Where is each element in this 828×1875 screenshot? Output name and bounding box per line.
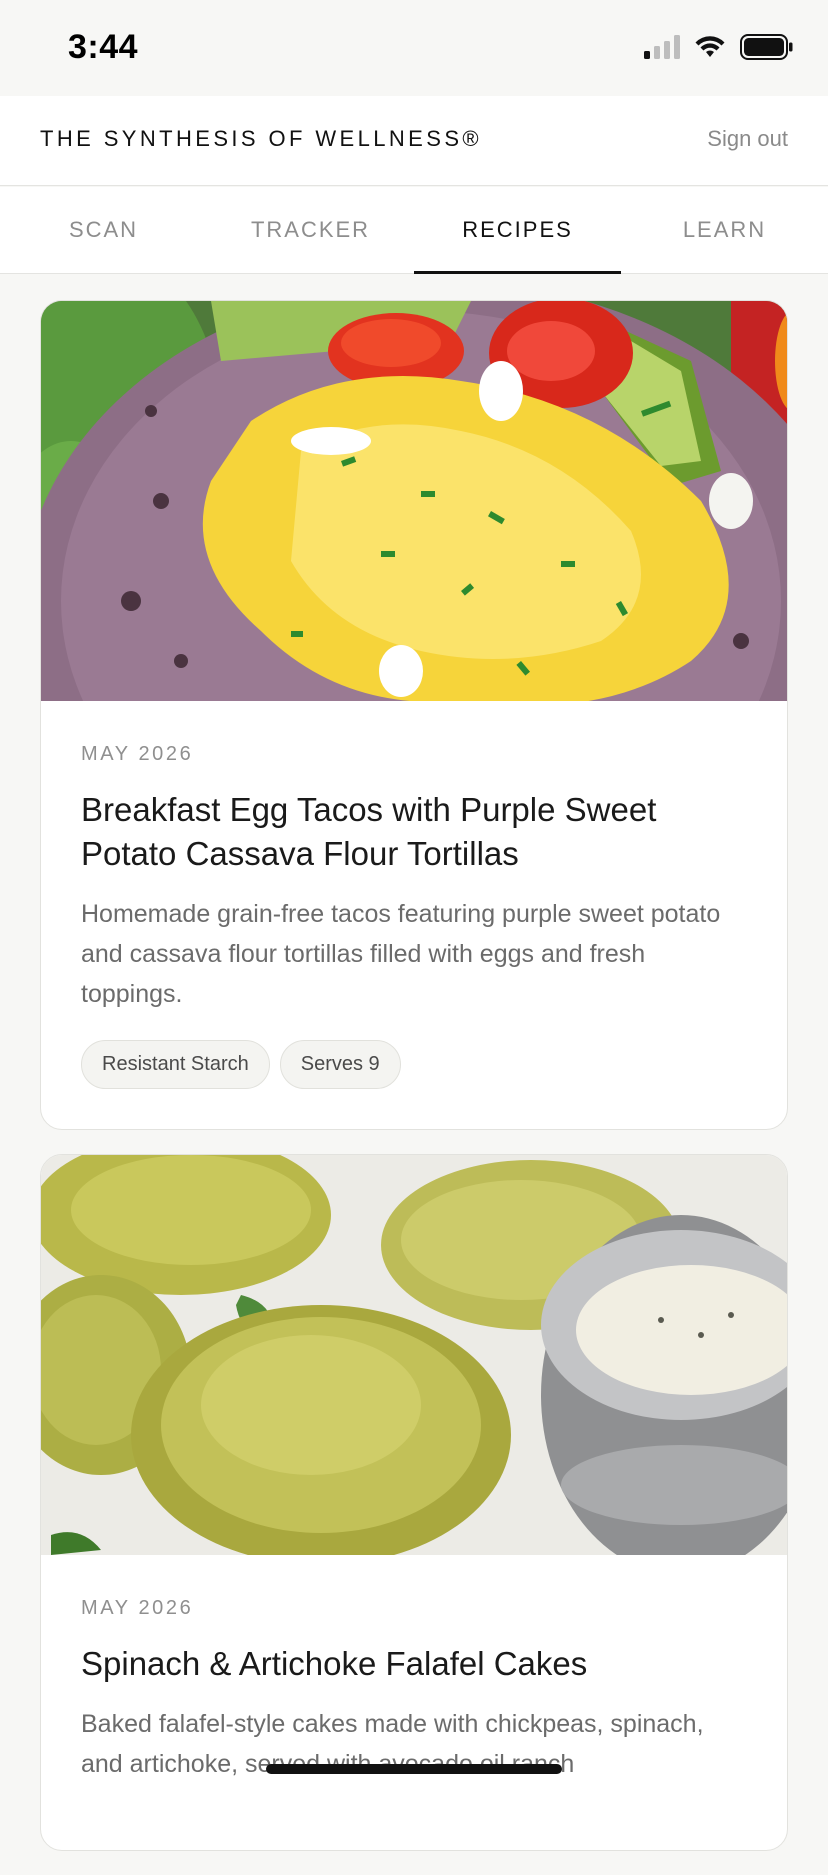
recipe-card[interactable]: MAY 2026 Breakfast Egg Tacos with Purple…	[40, 300, 788, 1130]
tab-learn[interactable]: LEARN	[621, 187, 828, 273]
wifi-icon	[694, 35, 726, 64]
recipe-card-body: MAY 2026 Breakfast Egg Tacos with Purple…	[41, 701, 787, 1129]
tab-bar: SCAN TRACKER RECIPES LEARN	[0, 187, 828, 274]
recipe-description: Homemade grain-free tacos featuring purp…	[81, 900, 721, 1008]
recipe-date: MAY 2026	[81, 1597, 194, 1619]
tag-servings: Serves 9	[279, 1040, 401, 1089]
brand-title: THE SYNTHESIS OF WELLNESS®	[40, 126, 483, 151]
egg-tacos-photo	[41, 301, 787, 701]
home-indicator[interactable]	[266, 1764, 562, 1774]
falafel-cakes-photo	[41, 1155, 787, 1555]
status-bar: 3:44	[0, 0, 828, 96]
tab-recipes[interactable]: RECIPES	[414, 187, 621, 274]
recipe-feed: MAY 2026 Breakfast Egg Tacos with Purple…	[40, 300, 788, 1875]
tab-tracker[interactable]: TRACKER	[207, 187, 414, 273]
recipe-card-body: MAY 2026 Spinach & Artichoke Falafel Cak…	[41, 1555, 787, 1850]
cellular-signal-icon	[644, 34, 680, 64]
status-time: 3:44	[68, 28, 139, 66]
app-header: THE SYNTHESIS OF WELLNESS® Sign out	[0, 96, 828, 186]
tab-scan[interactable]: SCAN	[0, 187, 207, 273]
tag-resistant-starch: Resistant Starch	[81, 1040, 270, 1089]
recipe-card[interactable]: MAY 2026 Spinach & Artichoke Falafel Cak…	[40, 1154, 788, 1851]
battery-icon	[740, 33, 794, 65]
recipe-tags: Resistant Starch Serves 9	[81, 1040, 747, 1089]
recipe-title[interactable]: Breakfast Egg Tacos with Purple Sweet Po…	[81, 788, 747, 876]
sign-out-link[interactable]: Sign out	[707, 126, 788, 152]
status-icons	[644, 33, 794, 65]
recipe-date: MAY 2026	[81, 743, 194, 765]
recipe-title[interactable]: Spinach & Artichoke Falafel Cakes	[81, 1642, 747, 1686]
